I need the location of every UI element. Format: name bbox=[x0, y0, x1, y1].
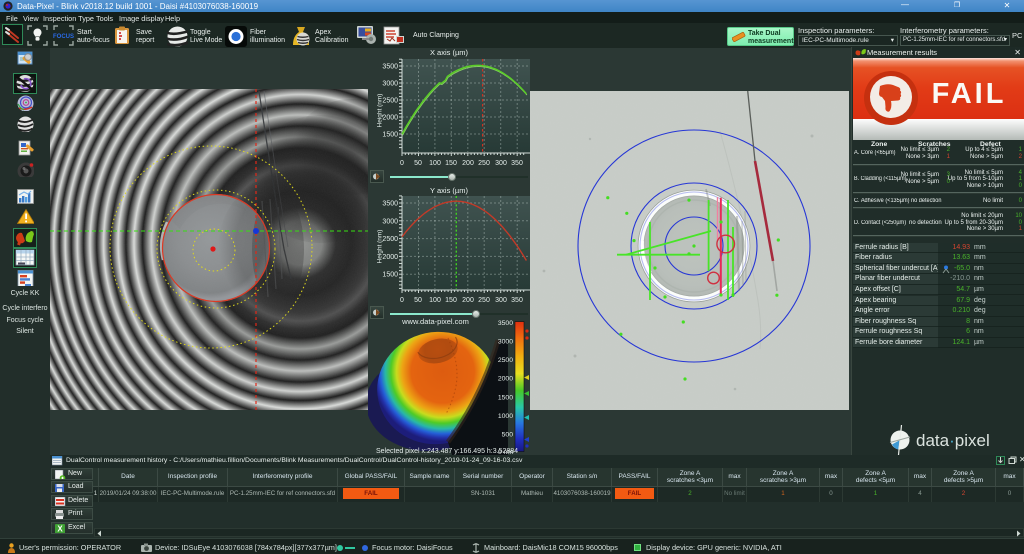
svg-text:0: 0 bbox=[400, 297, 404, 304]
svg-text:3500: 3500 bbox=[382, 64, 398, 71]
svg-text:300: 300 bbox=[495, 160, 507, 167]
svg-text:2500: 2500 bbox=[498, 357, 513, 364]
svg-text:250: 250 bbox=[478, 160, 490, 167]
svg-text:150: 150 bbox=[445, 297, 457, 304]
svg-text:2000: 2000 bbox=[382, 115, 398, 122]
svg-text:2000: 2000 bbox=[382, 254, 398, 261]
svg-text:3500: 3500 bbox=[382, 201, 398, 208]
svg-text:50: 50 bbox=[414, 160, 422, 167]
svg-text:1500: 1500 bbox=[382, 272, 398, 279]
svg-text:1500: 1500 bbox=[498, 394, 513, 401]
svg-text:data·pixel: data·pixel bbox=[916, 431, 990, 450]
svg-text:200: 200 bbox=[462, 160, 474, 167]
svg-text:X: X bbox=[57, 524, 63, 533]
svg-text:3000: 3000 bbox=[382, 81, 398, 88]
svg-text:50: 50 bbox=[414, 297, 422, 304]
svg-text:2500: 2500 bbox=[382, 98, 398, 105]
svg-text:300: 300 bbox=[495, 297, 507, 304]
svg-text:150: 150 bbox=[445, 160, 457, 167]
svg-text:2500: 2500 bbox=[382, 236, 398, 243]
svg-text:1000: 1000 bbox=[498, 413, 513, 420]
svg-text:FOCUS: FOCUS bbox=[53, 34, 74, 40]
svg-text:350: 350 bbox=[511, 160, 523, 167]
svg-text:200: 200 bbox=[462, 297, 474, 304]
svg-text:3500: 3500 bbox=[498, 320, 513, 327]
svg-text:3000: 3000 bbox=[382, 218, 398, 225]
svg-text:250: 250 bbox=[478, 297, 490, 304]
svg-text:500: 500 bbox=[502, 431, 514, 438]
svg-text:3000: 3000 bbox=[498, 339, 513, 346]
svg-text:2000: 2000 bbox=[498, 376, 513, 383]
svg-text:100: 100 bbox=[429, 297, 441, 304]
svg-text:350: 350 bbox=[511, 297, 523, 304]
svg-text:100: 100 bbox=[429, 160, 441, 167]
svg-text:1500: 1500 bbox=[382, 132, 398, 139]
svg-text:0: 0 bbox=[400, 160, 404, 167]
